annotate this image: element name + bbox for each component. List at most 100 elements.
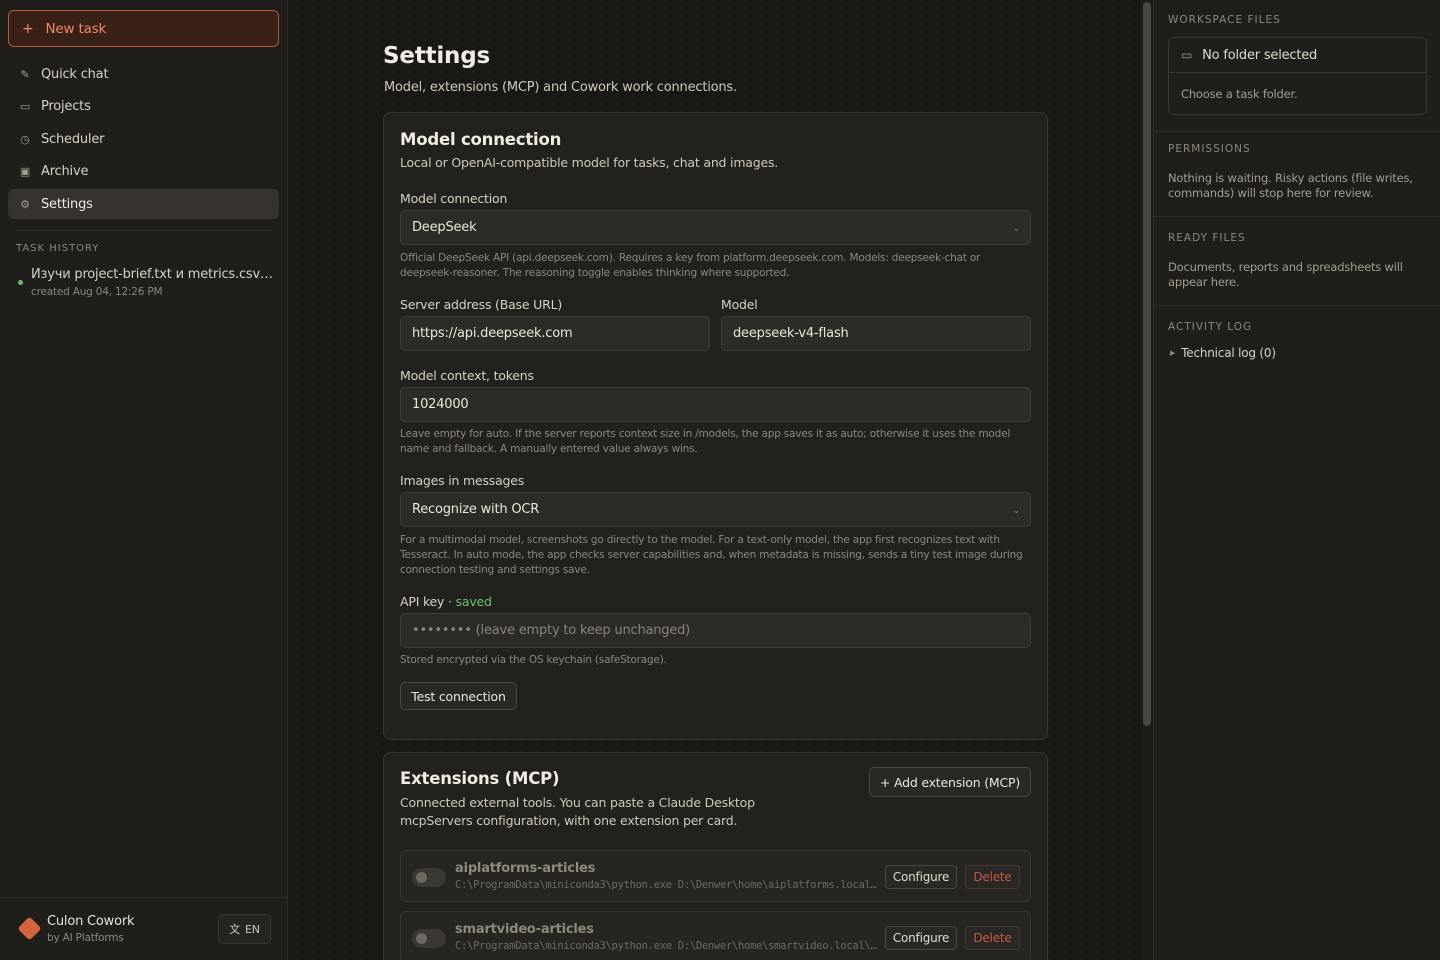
test-connection-label: Test connection <box>411 688 506 704</box>
base-url-label: Server address (Base URL) <box>400 297 563 312</box>
new-task-label: New task <box>45 20 107 37</box>
translate-icon: 文 <box>229 923 241 936</box>
model-connection-card: Model connection Local or OpenAI-compati… <box>383 112 1048 740</box>
card-title: Model connection <box>400 130 562 149</box>
context-value: 1024000 <box>412 397 469 412</box>
extension-command: C:\ProgramData\miniconda3\python.exe D:\… <box>455 879 877 891</box>
extension-toggle[interactable] <box>412 868 446 887</box>
toggle-knob <box>416 872 427 883</box>
configure-button[interactable]: Configure <box>885 926 957 950</box>
plus-icon: + <box>22 20 34 37</box>
context-label: Model context, tokens <box>400 368 534 383</box>
context-hint: Leave empty for auto. If the server repo… <box>400 428 1011 455</box>
ready-files-title: READY FILES <box>1168 232 1246 244</box>
sidebar-item-settings[interactable]: ⚙ Settings <box>8 189 279 219</box>
choose-folder-hint: Choose a task folder. <box>1181 87 1298 101</box>
api-key-input[interactable]: •••••••• (leave empty to keep unchanged) <box>400 613 1031 648</box>
activity-log-title: ACTIVITY LOG <box>1168 321 1253 333</box>
model-value: deepseek-v4-flash <box>733 326 849 341</box>
add-extension-label: + Add extension (MCP) <box>879 774 1021 790</box>
card-subtitle: Local or OpenAI-compatible model for tas… <box>400 155 779 170</box>
model-input[interactable]: deepseek-v4-flash <box>721 316 1031 351</box>
base-url-value: https://api.deepseek.com <box>412 326 573 341</box>
sidebar-item-label: Archive <box>41 164 89 179</box>
sidebar-item-label: Quick chat <box>41 66 109 82</box>
extension-item: smartvideo-articles C:\ProgramData\minic… <box>400 911 1031 960</box>
brand-logo-icon <box>17 916 42 941</box>
sidebar-footer: Culon Cowork by AI Platforms 文 EN <box>0 897 288 960</box>
brand-name: Culon Cowork <box>47 914 135 929</box>
api-key-hint: Stored encrypted via the OS keychain (sa… <box>400 654 667 666</box>
base-url-input[interactable]: https://api.deepseek.com <box>400 316 710 351</box>
extension-name: smartvideo-articles <box>455 922 594 937</box>
technical-log-toggle[interactable]: ▶ Technical log (0) <box>1170 346 1276 360</box>
sidebar-item-archive[interactable]: ▣ Archive <box>8 157 279 187</box>
delete-button[interactable]: Delete <box>965 865 1020 889</box>
task-history-title: TASK HISTORY <box>16 243 100 254</box>
model-label: Model <box>721 297 758 312</box>
connection-select[interactable]: DeepSeek ⌄ <box>400 210 1031 245</box>
clock-icon: ◷ <box>20 132 30 146</box>
ready-files-text: Documents, reports and spreadsheets will… <box>1168 260 1403 289</box>
sidebar-nav: ✎ Quick chat ▭ Projects ◷ Scheduler ▣ Ar… <box>8 59 279 222</box>
pencil-icon: ✎ <box>20 67 30 81</box>
test-connection-button[interactable]: Test connection <box>400 682 517 710</box>
api-key-placeholder: •••••••• (leave empty to keep unchanged) <box>412 623 691 638</box>
language-button[interactable]: 文 EN <box>218 914 271 944</box>
history-item-created: created Aug 04, 12:26 PM <box>31 286 163 298</box>
sidebar-item-label: Projects <box>41 99 91 114</box>
sidebar-item-quick-chat[interactable]: ✎ Quick chat <box>8 59 279 89</box>
delete-label: Delete <box>973 870 1012 884</box>
add-extension-button[interactable]: + Add extension (MCP) <box>869 767 1031 797</box>
images-hint: For a multimodal model, screenshots go d… <box>400 534 1023 576</box>
new-task-button[interactable]: + New task <box>8 10 279 47</box>
card-subtitle: Connected external tools. You can paste … <box>400 795 755 828</box>
page-subtitle: Model, extensions (MCP) and Cowork work … <box>384 80 737 95</box>
panel-divider <box>1154 131 1440 132</box>
sidebar-item-projects[interactable]: ▭ Projects <box>8 92 279 122</box>
delete-label: Delete <box>973 931 1012 945</box>
folder-select-button[interactable]: ▭ No folder selected <box>1169 38 1426 73</box>
workspace-folder-box: ▭ No folder selected Choose a task folde… <box>1168 37 1427 115</box>
images-label: Images in messages <box>400 473 525 488</box>
permissions-title: PERMISSIONS <box>1168 143 1251 155</box>
api-key-status: saved <box>455 594 492 609</box>
context-input[interactable]: 1024000 <box>400 387 1031 422</box>
chevron-down-icon: ⌄ <box>1012 224 1021 234</box>
main-scrollbar[interactable] <box>1141 0 1153 960</box>
connection-label: Model connection <box>400 191 508 206</box>
right-panel: WORKSPACE FILES ▭ No folder selected Cho… <box>1153 0 1440 960</box>
sidebar-divider <box>16 230 272 231</box>
workspace-files-title: WORKSPACE FILES <box>1168 14 1281 26</box>
images-select[interactable]: Recognize with OCR ⌄ <box>400 492 1031 527</box>
permissions-text: Nothing is waiting. Risky actions (file … <box>1168 171 1413 200</box>
folder-icon: ▭ <box>1181 48 1193 62</box>
no-folder-label: No folder selected <box>1202 47 1318 63</box>
images-value: Recognize with OCR <box>412 502 540 517</box>
sidebar-item-label: Scheduler <box>41 131 105 147</box>
status-dot <box>18 280 23 285</box>
scrollbar-thumb[interactable] <box>1143 2 1151 726</box>
api-key-label: API key · <box>400 594 456 609</box>
panel-divider <box>1154 216 1440 217</box>
delete-button[interactable]: Delete <box>965 926 1020 950</box>
extension-item: aiplatforms-articles C:\ProgramData\mini… <box>400 850 1031 902</box>
folder-icon: ▭ <box>19 100 31 113</box>
extension-toggle[interactable] <box>412 929 446 948</box>
sidebar-item-scheduler[interactable]: ◷ Scheduler <box>8 124 279 154</box>
main-content: Settings Model, extensions (MCP) and Cow… <box>289 0 1141 960</box>
configure-button[interactable]: Configure <box>885 865 957 889</box>
extension-name: aiplatforms-articles <box>455 861 596 876</box>
sidebar: + New task ✎ Quick chat ▭ Projects ◷ Sch… <box>0 0 288 960</box>
archive-icon: ▣ <box>19 165 31 178</box>
toggle-knob <box>416 933 427 944</box>
connection-hint: Official DeepSeek API (api.deepseek.com)… <box>400 252 981 279</box>
chevron-down-icon: ⌄ <box>1012 506 1021 516</box>
page-title: Settings <box>383 43 490 69</box>
extension-command: C:\ProgramData\miniconda3\python.exe D:\… <box>455 940 877 952</box>
history-item-title: Изучи project-brief.txt и metrics.csv в … <box>31 267 274 282</box>
configure-label: Configure <box>892 931 950 945</box>
api-key-label-row: API key · saved <box>400 594 492 609</box>
extensions-card: Extensions (MCP) Connected external tool… <box>383 752 1048 960</box>
brand-subtitle: by AI Platforms <box>47 932 124 944</box>
